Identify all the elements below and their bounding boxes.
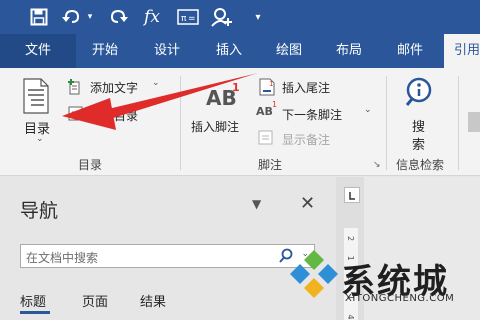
watermark-url: XITONGCHENG.COM <box>345 293 455 304</box>
active-tab-indicator <box>20 311 50 314</box>
close-icon[interactable]: ✕ <box>300 193 315 214</box>
xitongcheng-logo <box>290 246 338 306</box>
search-input[interactable]: 在文档中搜索 ⌄ <box>20 244 315 268</box>
search-placeholder: 在文档中搜索 <box>26 251 99 265</box>
tab-headings[interactable]: 标题 <box>20 291 46 310</box>
navigation-title: 导航 <box>20 200 59 222</box>
tab-results[interactable]: 结果 <box>140 291 166 310</box>
tab-pages[interactable]: 页面 <box>82 291 108 310</box>
tab-selector-icon[interactable] <box>344 187 360 203</box>
pane-options-icon[interactable]: ▼ <box>252 197 261 211</box>
